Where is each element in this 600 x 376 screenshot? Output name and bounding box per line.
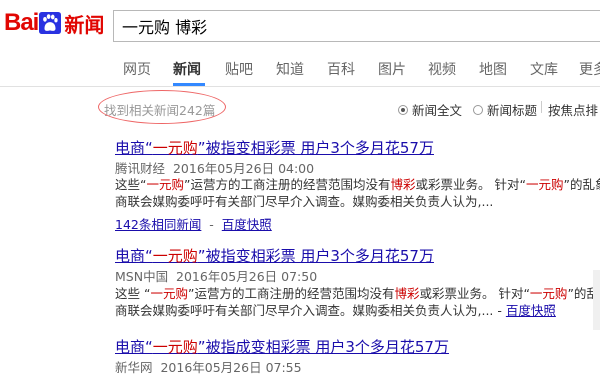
nav-tabs: 网页 新闻 贴吧 知道 百科 图片 视频 地图 文库 更多	[0, 48, 600, 87]
search-box	[113, 10, 600, 42]
abs-highlight: 博彩	[394, 286, 420, 301]
baidu-news-logo[interactable]: Bai du 新闻	[4, 6, 104, 40]
option-title-label: 新闻标题	[487, 103, 538, 118]
title-text: ”被指变相彩票 用户3个多月花57万	[197, 139, 434, 157]
cache-link[interactable]: 百度快照	[506, 303, 556, 318]
abs-text: ”运营方的工商注册的经营范围均没有	[187, 286, 395, 301]
tab-images[interactable]: 图片	[378, 59, 406, 79]
option-full-text[interactable]: 新闻全文	[398, 100, 462, 119]
tab-map[interactable]: 地图	[479, 59, 507, 79]
abs-highlight: 一元购	[529, 286, 568, 301]
search-input[interactable]	[114, 11, 600, 41]
title-text: 电商“	[115, 247, 153, 265]
abs-text: 这些 “	[115, 286, 151, 301]
paw-icon	[39, 12, 62, 34]
option-full-text-label: 新闻全文	[412, 103, 463, 118]
result-title[interactable]: 电商“一元购”被指变相彩票 用户3个多月花57万	[115, 137, 434, 158]
title-text: ”被指成变相彩票 用户3个多月花57万	[197, 338, 449, 356]
option-divider	[541, 101, 542, 113]
active-tab-underline	[173, 83, 205, 86]
radio-checked-icon[interactable]	[398, 104, 408, 115]
cache-link[interactable]: 百度快照	[222, 217, 272, 232]
result-abstract-line2: 商联会媒购委呼吁有关部门尽早介入调查。媒购委相关负责人认为,... - 百度快照	[115, 303, 556, 318]
abs-highlight: 博彩	[390, 177, 416, 192]
radio-unchecked-icon[interactable]	[473, 104, 483, 115]
tab-baike[interactable]: 百科	[327, 59, 355, 79]
result-date: 2016年05月26日 07:50	[176, 269, 318, 284]
tab-video[interactable]: 视频	[428, 59, 456, 79]
title-text: 电商“	[115, 338, 153, 356]
result-abstract-line2: 商联会媒购委呼吁有关部门尽早介入调查。媒购委相关负责人认为,...	[115, 194, 494, 209]
result-title[interactable]: 电商“一元购”被指变相彩票 用户3个多月花57万	[115, 245, 434, 266]
abs-text: ”的乱象,中	[563, 177, 600, 192]
title-highlight: 一元购	[152, 338, 198, 356]
title-highlight: 一元购	[152, 247, 198, 265]
result-count: 找到相关新闻242篇	[104, 103, 216, 118]
title-text: 电商“	[115, 139, 153, 157]
scrollbar[interactable]	[593, 270, 600, 330]
logo-text-news: 新闻	[64, 12, 105, 37]
tab-zhidao[interactable]: 知道	[276, 59, 304, 79]
title-text: ”被指变相彩票 用户3个多月花57万	[197, 247, 434, 265]
tab-tieba[interactable]: 贴吧	[225, 59, 253, 79]
related-news-link[interactable]: 142条相同新闻	[115, 217, 201, 232]
tab-web[interactable]: 网页	[123, 59, 151, 79]
abs-text: 或彩票业务。 针对“	[415, 177, 526, 192]
result-source: MSN中国	[115, 269, 169, 284]
title-highlight: 一元购	[152, 139, 198, 157]
abs-highlight: 一元购	[150, 286, 188, 301]
sort-label: 按焦点排	[548, 103, 599, 118]
result-meta: MSN中国 2016年05月26日 07:50	[115, 266, 317, 285]
logo-text-bai: Bai	[4, 9, 39, 36]
abs-text: 商联会媒购委呼吁有关部门尽早介入调查。媒购委相关负责人认为,...	[115, 303, 494, 318]
result-meta: 新华网 2016年05月26日 07:55	[115, 357, 302, 376]
result-title[interactable]: 电商“一元购”被指成变相彩票 用户3个多月花57万	[115, 336, 449, 357]
abs-text: 或彩票业务。 针对“	[419, 286, 530, 301]
tab-wenku[interactable]: 文库	[530, 59, 558, 79]
abs-text: 这些“	[115, 177, 147, 192]
abs-highlight: 一元购	[525, 177, 564, 192]
sort-option[interactable]: 按焦点排	[548, 100, 598, 119]
abs-highlight: 一元购	[146, 177, 184, 192]
abs-text: ”运营方的工商注册的经营范围均没有	[184, 177, 391, 192]
result-date: 2016年05月26日 04:00	[172, 161, 315, 176]
result-links: 142条相同新闻 - 百度快照	[115, 217, 272, 232]
tab-news[interactable]: 新闻	[173, 59, 201, 79]
result-source: 腾讯财经	[115, 161, 166, 176]
option-title-only[interactable]: 新闻标题	[473, 100, 537, 119]
tab-more[interactable]: 更多	[579, 59, 600, 79]
